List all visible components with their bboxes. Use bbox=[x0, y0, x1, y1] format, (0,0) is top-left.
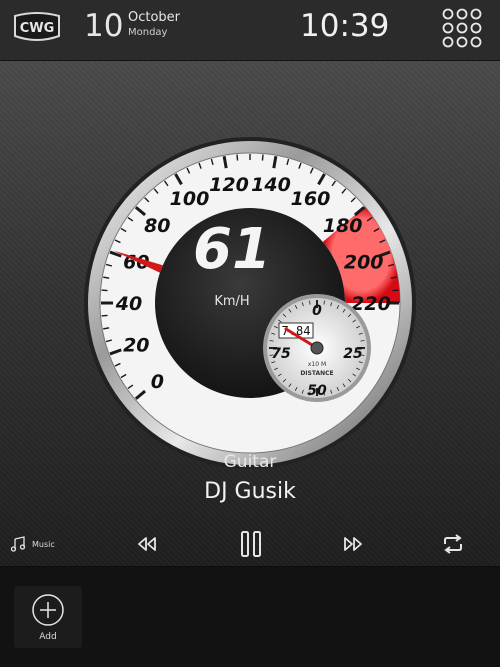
minor-tick bbox=[101, 289, 108, 292]
fast-forward-button[interactable] bbox=[340, 530, 366, 558]
gauge-label-160: 160 bbox=[291, 188, 331, 210]
major-tick bbox=[222, 156, 228, 169]
add-label: Add bbox=[39, 632, 57, 642]
minor-tick bbox=[261, 154, 264, 161]
pause-icon bbox=[241, 531, 261, 557]
logo-text: CWG bbox=[20, 21, 55, 36]
clock-time: 10:39 bbox=[300, 8, 390, 44]
distance-subdial: 0 25 50 75 7.84 x10 M DISTANCE bbox=[263, 294, 371, 402]
track-title: Guitar bbox=[223, 452, 277, 472]
date-month: October bbox=[128, 10, 181, 25]
odometer-label: DISTANCE bbox=[300, 370, 333, 377]
gauge-label-80: 80 bbox=[144, 215, 170, 237]
music-button[interactable]: Music bbox=[10, 530, 55, 558]
gauge-label-100: 100 bbox=[170, 188, 210, 210]
gauge-label-200: 200 bbox=[344, 252, 384, 274]
speed-readout: 61 bbox=[193, 217, 271, 282]
pause-button[interactable] bbox=[238, 530, 264, 558]
date-day: 10 bbox=[84, 8, 124, 44]
subdial-label-0: 0 bbox=[312, 303, 322, 319]
minor-tick bbox=[101, 314, 108, 317]
cwg-logo[interactable]: CWG bbox=[12, 12, 62, 42]
speed-unit: Km/H bbox=[214, 294, 249, 309]
gauge-label-0: 0 bbox=[151, 371, 164, 393]
gauge-label-180: 180 bbox=[323, 215, 363, 237]
gauge-label-20: 20 bbox=[123, 334, 149, 356]
minor-tick bbox=[236, 154, 239, 161]
gauge-label-220: 220 bbox=[351, 293, 391, 315]
subdial-hub bbox=[310, 341, 324, 355]
grid-dots-icon[interactable] bbox=[442, 8, 482, 48]
minor-tick bbox=[392, 289, 399, 292]
track-artist: DJ Gusik bbox=[204, 479, 296, 504]
subdial-label-25: 25 bbox=[343, 346, 363, 362]
odometer-multiplier: x10 M bbox=[308, 361, 326, 368]
major-tick bbox=[272, 156, 278, 169]
music-note-icon bbox=[10, 536, 26, 552]
subdial-label-75: 75 bbox=[271, 346, 291, 362]
media-controls: Music bbox=[0, 524, 500, 564]
music-label: Music bbox=[32, 539, 55, 549]
subdial-label-50: 50 bbox=[307, 383, 327, 399]
speedometer-gauge[interactable]: 020406080100120 140160180200220 61 Km/H 0… bbox=[80, 133, 420, 473]
gauge-label-140: 140 bbox=[251, 174, 291, 196]
add-icon bbox=[32, 594, 64, 626]
rewind-icon bbox=[138, 537, 156, 551]
gauge-label-120: 120 bbox=[209, 174, 249, 196]
speedometer-widget: 0 20 40 60 80 100 120 140 160 180 200 220 61 Km/H 0… bbox=[0, 61, 500, 566]
top-bar: CWG 10 October Monday 10:39 bbox=[0, 0, 500, 61]
rewind-button[interactable] bbox=[134, 530, 160, 558]
fast-forward-icon bbox=[344, 537, 362, 551]
repeat-button[interactable] bbox=[440, 530, 466, 558]
gauge-label-40: 40 bbox=[115, 293, 142, 315]
date-weekday: Monday bbox=[128, 27, 168, 38]
repeat-icon bbox=[444, 534, 462, 554]
